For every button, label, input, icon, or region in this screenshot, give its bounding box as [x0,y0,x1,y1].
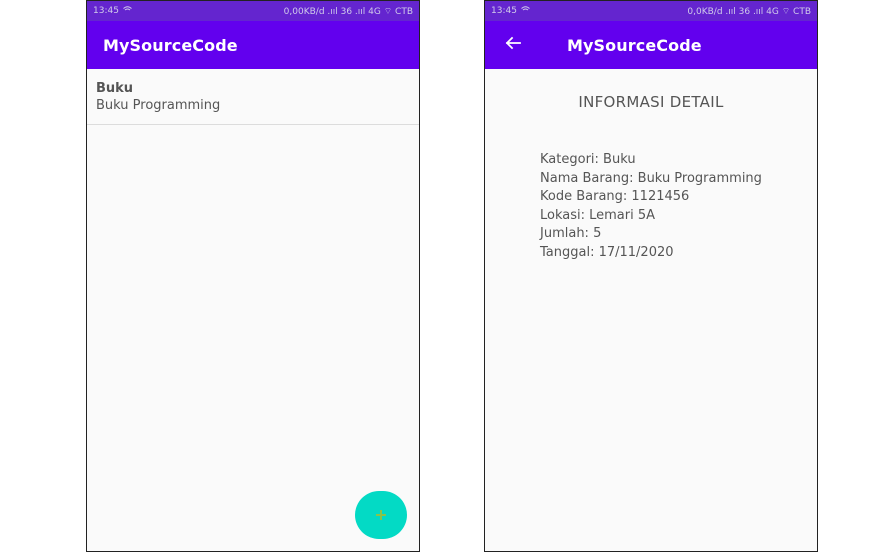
app-title: MySourceCode [103,35,238,55]
status-time: 13:45 [491,6,517,16]
detail-location: Lokasi: Lemari 5A [540,207,656,223]
arrow-back-icon [505,35,521,55]
back-button[interactable] [501,33,525,57]
detail-item-name: Nama Barang: Buku Programming [540,170,762,186]
status-bar: 13:45 0,0KB/d .ııl 36 .ııl 4G ⌔ CTB [485,1,817,21]
detail-list: Kategori: Buku Nama Barang: Buku Program… [485,151,817,262]
app-bar: MySourceCode [87,21,419,69]
status-bar: 13:45 0,00KB/d .ııl 36 .ııl 4G ⌔ CTB [87,1,419,21]
detail-heading: INFORMASI DETAIL [578,93,724,111]
notification-icon [123,6,132,16]
detail-quantity: Jumlah: 5 [540,226,602,241]
item-list: Buku Buku Programming [87,69,419,125]
detail-date: Tanggal: 17/11/2020 [540,244,674,260]
app-bar: MySourceCode [485,21,817,69]
list-item[interactable]: Buku Buku Programming [87,69,419,125]
list-item-title: Buku [96,81,134,96]
status-indicators: 0,00KB/d .ııl 36 .ııl 4G ⌔ CTB [283,6,413,17]
status-indicators: 0,0KB/d .ııl 36 .ııl 4G ⌔ CTB [687,6,811,17]
status-time: 13:45 [93,6,119,16]
add-item-button[interactable] [355,491,407,539]
detail-screen: 13:45 0,0KB/d .ııl 36 .ııl 4G ⌔ CTB MySo… [484,0,818,552]
detail-item-code: Kode Barang: 1121456 [540,189,690,204]
app-title: MySourceCode [567,35,702,55]
notification-icon [521,6,530,16]
detail-category: Kategori: Buku [540,152,636,167]
list-item-subtitle: Buku Programming [96,98,221,113]
plus-icon [375,506,387,525]
list-screen: 13:45 0,00KB/d .ııl 36 .ııl 4G ⌔ CTB MyS… [86,0,420,552]
